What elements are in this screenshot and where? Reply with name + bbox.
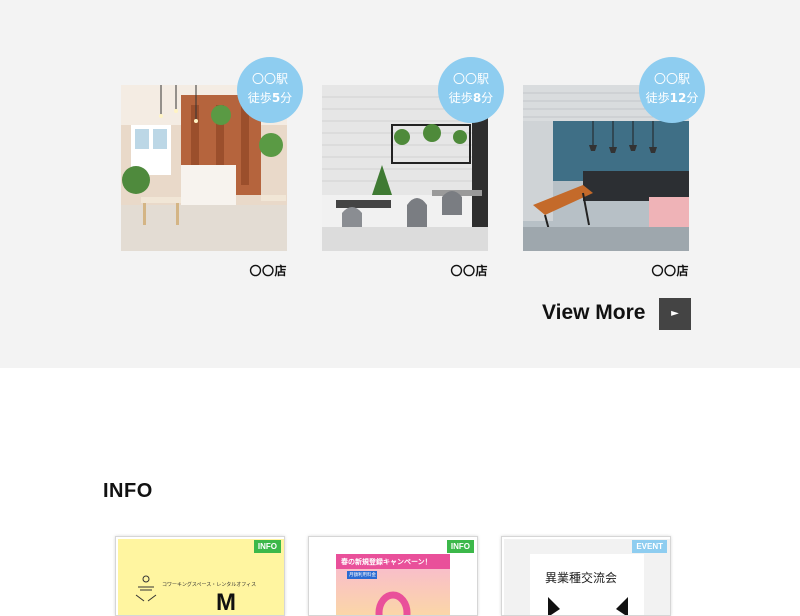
info-section-title: INFO [103, 480, 153, 502]
card-tag-badge: INFO [253, 540, 281, 553]
card-logo-text: M [216, 589, 236, 616]
station-distance-badge: 〇〇駅 徒歩8分 [438, 57, 504, 123]
info-card[interactable]: 春の新規登録キャンペーン！ 月額利用料金 0 INFO [308, 536, 478, 616]
shop-card[interactable]: 〇〇駅 徒歩5分 〇〇店 [121, 57, 303, 278]
info-card[interactable]: 異業種交流会 EVENT [501, 536, 671, 616]
shop-name[interactable]: 〇〇店 [249, 262, 287, 279]
badge-walk-minutes: 12 [669, 91, 687, 105]
badge-walk-minutes: 8 [472, 91, 482, 105]
badge-station: 〇〇駅 [452, 72, 489, 86]
station-distance-badge: 〇〇駅 徒歩5分 [237, 57, 303, 123]
badge-walk-prefix: 徒歩 [448, 91, 473, 105]
shop-name[interactable]: 〇〇店 [651, 262, 689, 279]
badge-station: 〇〇駅 [653, 72, 690, 86]
badge-walk-minutes: 5 [271, 91, 281, 105]
shop-list-section: 〇〇駅 徒歩5分 〇〇店 〇〇駅 徒歩8分 〇〇店 〇〇駅 徒歩12分 〇〇店 … [0, 0, 800, 368]
badge-walk-time: 徒歩5分 [237, 89, 303, 108]
shop-card[interactable]: 〇〇駅 徒歩8分 〇〇店 [322, 57, 504, 278]
badge-walk-time: 徒歩8分 [438, 89, 504, 108]
info-card[interactable]: コワーキングスペース・レンタルオフィス M INFO [115, 536, 285, 616]
shop-card[interactable]: 〇〇駅 徒歩12分 〇〇店 [523, 57, 705, 278]
badge-walk-suffix: 分 [481, 91, 494, 105]
badge-walk-prefix: 徒歩 [247, 91, 272, 105]
card-caption: コワーキングスペース・レンタルオフィス [162, 582, 257, 588]
badge-walk-suffix: 分 [686, 91, 699, 105]
badge-walk-time: 徒歩12分 [639, 89, 705, 108]
card-caption: 異業種交流会 [545, 571, 618, 585]
card-big-number: 0 [379, 607, 397, 615]
card-tag-badge: EVENT [632, 540, 667, 553]
shop-name[interactable]: 〇〇店 [450, 262, 488, 279]
badge-walk-suffix: 分 [280, 91, 293, 105]
view-more-label[interactable]: View More [542, 301, 645, 325]
card-sub-caption: 月額利用料金 [349, 573, 376, 578]
view-more-button[interactable]: View More ► [542, 298, 692, 330]
badge-station: 〇〇駅 [251, 72, 288, 86]
play-arrow-icon[interactable]: ► [659, 298, 691, 330]
station-distance-badge: 〇〇駅 徒歩12分 [639, 57, 705, 123]
card-tag-badge: INFO [446, 540, 474, 553]
card-caption: 春の新規登録キャンペーン！ [341, 558, 432, 566]
badge-walk-prefix: 徒歩 [645, 91, 670, 105]
